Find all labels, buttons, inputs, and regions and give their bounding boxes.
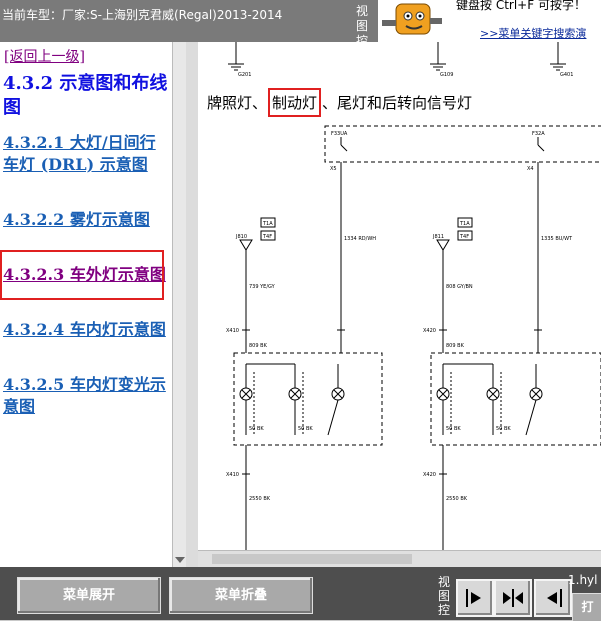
arrow-right-icon <box>466 589 481 607</box>
current-car-model: 当前车型：厂家:S-上海别克君威(Regal)2013-2014 <box>2 8 283 22</box>
diagram-title-part-2: 、尾灯和后转向信号灯 <box>322 94 473 112</box>
view-right-button[interactable] <box>456 579 494 617</box>
menu-expand-button[interactable]: 菜单展开 <box>17 577 161 614</box>
menu-collapse-button[interactable]: 菜单折叠 <box>169 577 313 614</box>
left-scrollbar[interactable] <box>172 42 187 567</box>
view-control-label-bottom: 视图控 <box>438 575 451 617</box>
nav-item-interior-dimming[interactable]: 4.3.2.5 车内灯变光示意图 <box>3 374 169 418</box>
help-box: 键盘按 Ctrl+F 可按字！ >>菜单关键字搜索演 <box>448 0 601 42</box>
fuse-label-2: F32A <box>532 131 545 137</box>
splice-label-2: J811 <box>432 234 444 240</box>
help-text: 键盘按 Ctrl+F 可按字！ <box>456 0 586 12</box>
wire-label-11: 2550 BK <box>249 496 271 502</box>
wiring-diagram-svg: G201 G109 G401 F33UA F32A X5 X4 T1A T4F … <box>226 42 601 550</box>
connector-label-4: X420 <box>423 472 436 478</box>
connector-x5: X5 <box>330 166 337 172</box>
wire-label-4: 808 GY/BN <box>446 284 473 290</box>
connector-label-1: X410 <box>226 328 239 334</box>
fuse-label-1: F33UA <box>331 131 348 137</box>
nav-item-interior-lamp[interactable]: 4.3.2.4 车内灯示意图 <box>3 319 169 341</box>
scroll-down-arrow-icon[interactable] <box>175 557 185 563</box>
wire-label-3: 739 YE/GY <box>249 284 276 290</box>
tag-label-2b: T4F <box>459 234 469 240</box>
tag-label-2a: T1A <box>459 221 470 227</box>
diagram-title-highlight: 制动灯 <box>268 88 322 117</box>
wire-label-6: 809 BK <box>446 343 465 349</box>
wiring-diagram: G201 G109 G401 F33UA F32A X5 X4 T1A T4F … <box>198 42 601 550</box>
wire-label-8: 50 BK <box>298 426 313 432</box>
view-split-button[interactable] <box>494 579 532 617</box>
arrow-left-icon <box>547 589 562 607</box>
connector-label-2: X420 <box>423 328 436 334</box>
pane-splitter[interactable] <box>186 42 198 567</box>
wire-label-10: 50 BK <box>496 426 511 432</box>
nav-item-fog-lamp[interactable]: 4.3.2.2 雾灯示意图 <box>3 209 169 231</box>
diagram-title-part-1: 牌照灯、 <box>207 94 268 112</box>
wire-label-5: 809 BK <box>249 343 268 349</box>
tag-label-1a: T1A <box>262 221 273 227</box>
ground-label-2: G109 <box>440 72 453 78</box>
diagram-title: 牌照灯、 制动灯 、尾灯和后转向信号灯 <box>207 88 472 117</box>
splice-label-1: J810 <box>235 234 247 240</box>
wire-label-1: 1334 RD/WH <box>344 236 376 242</box>
diagram-horizontal-scrollbar[interactable] <box>198 550 601 568</box>
tag-label-1b: T4F <box>262 234 272 240</box>
wire-label-9: 50 BK <box>446 426 461 432</box>
back-link[interactable]: [返回上一级] <box>4 46 85 66</box>
connector-x4: X4 <box>527 166 534 172</box>
view-left-button[interactable] <box>534 579 572 617</box>
left-nav-pane: [返回上一级] 4.3.2 示意图和布线图 4.3.2.1 大灯/日间行车灯 (… <box>0 42 172 567</box>
section-title: 4.3.2 示意图和布线图 <box>3 73 168 118</box>
bottom-toolbar: 菜单展开 菜单折叠 视图控 1.hyl 打 <box>0 567 601 621</box>
connector-label-3: X410 <box>226 472 239 478</box>
ground-label-3: G401 <box>560 72 573 78</box>
wire-label-2: 1335 BU/WT <box>541 236 573 242</box>
scrollbar-thumb[interactable] <box>212 554 412 564</box>
nav-item-headlamp-drl[interactable]: 4.3.2.1 大灯/日间行车灯 (DRL) 示意图 <box>3 132 169 176</box>
file-name: 1.hyl <box>568 573 598 587</box>
ground-label-1: G201 <box>238 72 251 78</box>
print-button[interactable]: 打 <box>572 593 601 621</box>
split-view-icon <box>503 589 523 607</box>
selected-item-highlight <box>0 250 164 300</box>
wire-label-12: 2550 BK <box>446 496 468 502</box>
keyword-search-demo-link[interactable]: >>菜单关键字搜索演 <box>480 25 586 41</box>
helper-mascot-icon <box>378 0 448 42</box>
wire-label-7: 50 BK <box>249 426 264 432</box>
